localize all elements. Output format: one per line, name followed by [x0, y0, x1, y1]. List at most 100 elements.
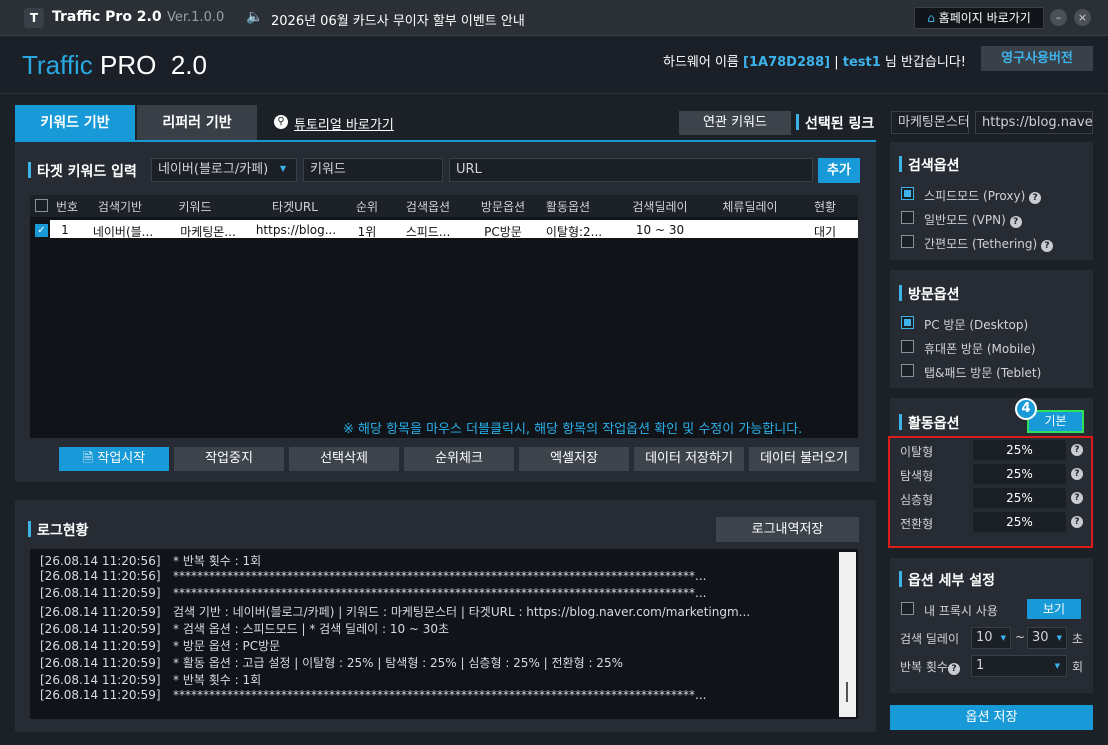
view-button[interactable]: 보기 [1027, 599, 1081, 619]
activity-label: 탐색형 [900, 469, 934, 483]
cell: 마케팅몬... [180, 225, 236, 239]
radio-vpn[interactable] [901, 211, 914, 224]
option-tethering[interactable]: 간편모드 (Tethering) ? [924, 235, 1054, 252]
accent-bar [899, 285, 902, 301]
keyword-input[interactable]: 키워드 [303, 158, 443, 182]
col-header[interactable]: 활동옵션 [538, 198, 598, 215]
chevron-down-icon: ▼ [1056, 634, 1062, 642]
col-header[interactable]: 방문옵션 [473, 198, 533, 215]
tab-referrer[interactable]: 리퍼러 기반 [137, 105, 257, 141]
help-icon[interactable]: ? [1071, 492, 1083, 504]
proxy-label: 내 프록시 사용 [924, 604, 998, 618]
option-proxy[interactable]: 스피드모드 (Proxy) ? [924, 187, 1042, 204]
excel-save-button[interactable]: 엑셀저장 [519, 447, 629, 471]
help-icon[interactable]: ? [1041, 240, 1054, 252]
option-pc[interactable]: PC 방문 (Desktop) [924, 316, 1028, 333]
help-icon[interactable]: ? [1071, 516, 1083, 528]
save-data-button[interactable]: 데이터 저장하기 [634, 447, 744, 471]
repeat-label: 반복 횟수? [900, 658, 960, 675]
times-label: 회 [1072, 660, 1084, 674]
repeat-select[interactable]: 1 ▼ [971, 655, 1067, 677]
col-header[interactable]: 타겟URL [260, 198, 330, 215]
help-icon[interactable]: ? [1029, 192, 1042, 204]
cell: 10 ~ 30 [635, 223, 685, 237]
help-icon[interactable]: ? [1071, 468, 1083, 480]
col-header[interactable]: 검색기반 [90, 198, 150, 215]
accent-bar [28, 162, 31, 178]
select-all-checkbox[interactable] [35, 199, 48, 212]
search-icon: ⚲ [274, 115, 288, 129]
col-header[interactable]: 순위 [352, 198, 382, 215]
delay-label: 검색 딜레이 [900, 632, 960, 646]
log-line: [26.08.14 11:20:56] * 반복 횟수 : 1회 [40, 552, 261, 569]
close-button[interactable]: × [1074, 9, 1091, 26]
url-input[interactable]: URL [449, 158, 813, 182]
detail-title: 옵션 세부 설정 [908, 573, 996, 589]
seconds-label: 초 [1072, 632, 1084, 646]
related-keyword-button[interactable]: 연관 키워드 [679, 111, 791, 135]
help-icon[interactable]: ? [1009, 216, 1022, 228]
add-button[interactable]: 추가 [818, 158, 860, 183]
col-header[interactable]: 번호 [52, 198, 82, 215]
log-message: * 반복 횟수 : 1회 [173, 673, 262, 687]
activity-percent-field[interactable]: 25% [973, 440, 1066, 460]
search-options-title: 검색옵션 [908, 158, 960, 174]
minimize-button[interactable]: – [1050, 9, 1067, 26]
table-header: 번호 검색기반 키워드 타겟URL 순위 검색옵션 방문옵션 활동옵션 검색딜레… [30, 195, 858, 217]
file-icon: 🗎 [82, 451, 94, 466]
activity-label: 이탈형 [900, 445, 934, 459]
activity-percent-field[interactable]: 25% [973, 488, 1066, 508]
activity-percent-field[interactable]: 25% [973, 512, 1066, 532]
log-timestamp: [26.08.14 11:20:59] [40, 622, 161, 636]
load-data-button[interactable]: 데이터 불러오기 [749, 447, 859, 471]
row-checkbox[interactable]: ✓ [35, 224, 48, 237]
cell: 이탈형:2... [545, 225, 603, 239]
col-header[interactable]: 검색딜레이 [625, 198, 695, 215]
delay-to-select[interactable]: 30 ▼ [1027, 627, 1067, 649]
help-icon[interactable]: ? [1071, 444, 1083, 456]
option-mobile[interactable]: 휴대폰 방문 (Mobile) [924, 340, 1036, 357]
stop-button[interactable]: 작업중지 [174, 447, 284, 471]
license-button[interactable]: 영구사용버전 [981, 46, 1093, 71]
option-vpn[interactable]: 일반모드 (VPN) ? [924, 211, 1022, 228]
start-button[interactable]: 🗎 작업시작 [59, 447, 169, 471]
home-button[interactable]: ⌂ 홈페이지 바로가기 [914, 7, 1044, 29]
speaker-icon: 🔈 [246, 9, 264, 25]
tutorial-link[interactable]: 튜토리얼 바로가기 [294, 114, 394, 133]
help-icon[interactable]: ? [947, 663, 960, 675]
save-options-button[interactable]: 옵션 저장 [890, 705, 1093, 730]
log-message: * 반복 횟수 : 1회 [173, 554, 262, 568]
keyword-table[interactable]: 번호 검색기반 키워드 타겟URL 순위 검색옵션 방문옵션 활동옵션 검색딜레… [30, 195, 858, 438]
log-scrollbar[interactable] [839, 552, 856, 717]
proxy-checkbox[interactable] [901, 602, 914, 615]
home-icon: ⌂ [927, 11, 935, 25]
radio-tablet[interactable] [901, 364, 914, 377]
col-header[interactable]: 현황 [805, 198, 845, 215]
hardware-info: 하드웨어 이름 [1A78D288] | test1 님 반갑습니다! [663, 55, 967, 70]
option-tablet[interactable]: 탭&패드 방문 (Teblet) [924, 364, 1041, 381]
log-timestamp: [26.08.14 11:20:56] [40, 569, 161, 583]
log-save-button[interactable]: 로그내역저장 [716, 517, 859, 542]
col-header[interactable]: 검색옵션 [398, 198, 458, 215]
log-message: * 방문 옵션 : PC방문 [173, 639, 281, 653]
table-row[interactable]: 1 네이버(블... 마케팅몬... https://blog... 1위 스피… [50, 220, 858, 239]
radio-proxy[interactable] [901, 187, 914, 200]
activity-percent-field[interactable]: 25% [973, 464, 1066, 484]
platform-select[interactable]: 네이버(블로그/카페) [151, 158, 297, 182]
tab-keyword[interactable]: 키워드 기반 [15, 105, 135, 141]
notice-text[interactable]: 2026년 06월 카드사 무이자 할부 이벤트 안내 [271, 10, 525, 29]
radio-pc[interactable] [901, 316, 914, 329]
log-output[interactable]: [26.08.14 11:20:56] * 반복 횟수 : 1회 [26.08.14… [30, 549, 858, 719]
delay-from-select[interactable]: 10 ▼ [971, 627, 1011, 649]
col-header[interactable]: 체류딜레이 [715, 198, 785, 215]
log-timestamp: [26.08.14 11:20:59] [40, 586, 161, 600]
log-timestamp: [26.08.14 11:20:59] [40, 605, 161, 619]
selected-keyword-field[interactable]: 마케팅몬스터 [891, 111, 969, 134]
radio-tethering[interactable] [901, 235, 914, 248]
scroll-thumb[interactable] [846, 682, 848, 702]
radio-mobile[interactable] [901, 340, 914, 353]
selected-url-field[interactable]: https://blog.naver.c [975, 111, 1093, 134]
delete-button[interactable]: 선택삭제 [289, 447, 399, 471]
rank-check-button[interactable]: 순위체크 [404, 447, 514, 471]
col-header[interactable]: 키워드 [165, 198, 225, 215]
